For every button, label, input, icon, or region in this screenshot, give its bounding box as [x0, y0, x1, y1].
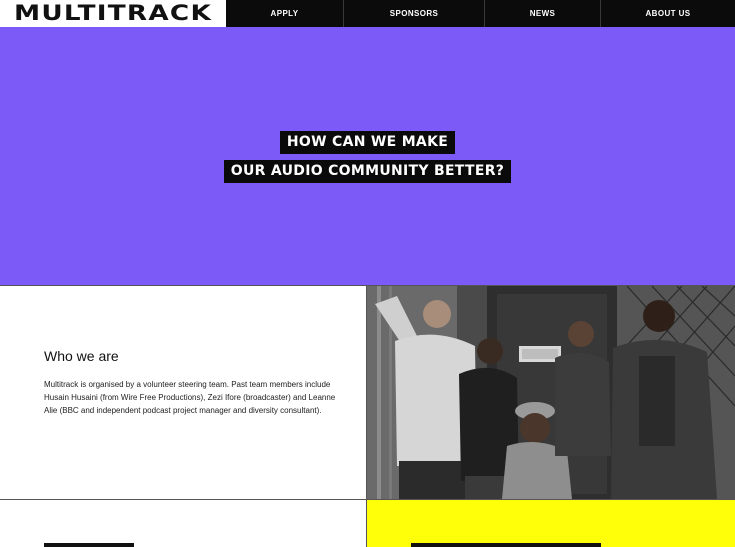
hero-section: HOW CAN WE MAKE OUR AUDIO COMMUNITY BETT…: [0, 27, 735, 285]
nav-item-news[interactable]: NEWS: [484, 0, 600, 27]
nav-item-sponsors[interactable]: SPONSORS: [343, 0, 484, 27]
bottom-right-panel: [367, 500, 735, 547]
bottom-row: [0, 500, 735, 547]
who-we-are-heading: Who we are: [44, 348, 119, 364]
cut-off-quote-fragment: [411, 543, 601, 547]
nav-item-about-us[interactable]: ABOUT US: [600, 0, 735, 27]
who-we-are-section: Who we are Multitrack is organised by a …: [0, 285, 735, 500]
logo: MULTITRACK: [14, 1, 213, 25]
bottom-left-panel: [0, 500, 367, 547]
nav-item-apply[interactable]: APPLY: [226, 0, 343, 27]
hero-line-1: HOW CAN WE MAKE: [279, 131, 456, 154]
team-photo: [367, 286, 735, 499]
who-we-are-body: Multitrack is organised by a volunteer s…: [44, 380, 336, 415]
who-we-are-text: Who we are Multitrack is organised by a …: [0, 286, 367, 499]
logo-link[interactable]: MULTITRACK: [0, 0, 226, 27]
hero-headline: HOW CAN WE MAKE OUR AUDIO COMMUNITY BETT…: [0, 131, 735, 183]
team-photo-illustration: [367, 286, 735, 499]
nav-menu: APPLY SPONSORS NEWS ABOUT US: [226, 0, 735, 27]
cut-off-heading-fragment: [44, 543, 134, 547]
hero-line-2: OUR AUDIO COMMUNITY BETTER?: [223, 160, 512, 183]
top-nav: MULTITRACK APPLY SPONSORS NEWS ABOUT US: [0, 0, 735, 27]
